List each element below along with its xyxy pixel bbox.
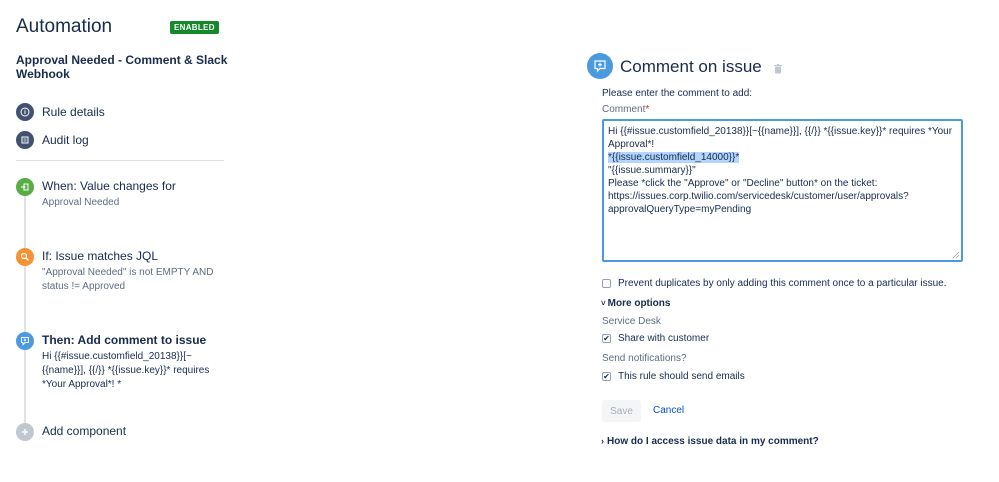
comment-icon [587, 53, 613, 79]
comment-label-text: Comment [602, 104, 646, 115]
more-options-toggle[interactable]: ˅ More options [601, 298, 670, 309]
divider [16, 160, 224, 161]
nav-item-audit-log[interactable]: Audit log [16, 131, 89, 149]
checkbox[interactable]: ✔ [602, 334, 611, 343]
step-description: Hi {{#issue.customfield_20138}}[~{{name}… [42, 351, 210, 390]
info-icon [16, 103, 34, 121]
page-title: Automation [16, 16, 113, 37]
comment-text-rest: "{{issue.summary}}" Please *click the "A… [608, 165, 909, 215]
save-button[interactable]: Save [602, 400, 641, 422]
service-desk-label: Service Desk [602, 316, 661, 327]
trash-icon[interactable] [774, 61, 782, 74]
nav-item-label: Rule details [42, 105, 105, 119]
comment-selected-text: *{{issue.customfield_14000}}* [608, 152, 740, 163]
step-description: "Approval Needed" is not EMPTY AND statu… [42, 267, 214, 292]
add-icon [16, 423, 34, 441]
checkbox[interactable]: ✔ [602, 372, 611, 381]
trigger-icon [16, 178, 34, 196]
search-icon [16, 248, 34, 266]
checkbox[interactable] [602, 279, 611, 288]
more-options-label: More options [607, 298, 671, 309]
comment-icon [16, 332, 34, 350]
chevron-right-icon: › [601, 436, 604, 446]
help-link-label: How do I access issue data in my comment… [607, 436, 819, 447]
chevron-down-icon: ˅ [601, 299, 606, 308]
send-emails-label: This rule should send emails [618, 371, 745, 382]
rule-name: Approval Needed - Comment & Slack Webhoo… [16, 53, 228, 81]
share-with-customer-checkbox[interactable]: ✔ Share with customer [602, 333, 709, 344]
list-icon [16, 131, 34, 149]
step-title: If: Issue matches JQL [42, 249, 159, 263]
timeline-line [24, 188, 26, 424]
comment-text: Hi {{#issue.customfield_20138}}[~{{name}… [608, 126, 953, 150]
send-emails-checkbox[interactable]: ✔ This rule should send emails [602, 371, 745, 382]
step-title: Then: Add comment to issue [42, 333, 207, 347]
prevent-duplicates-checkbox[interactable]: Prevent duplicates by only adding this c… [602, 278, 947, 289]
step-title: Add component [42, 424, 127, 438]
comment-textarea[interactable]: Hi {{#issue.customfield_20138}}[~{{name}… [602, 119, 963, 262]
cancel-button[interactable]: Cancel [653, 405, 684, 416]
help-expand-link[interactable]: › How do I access issue data in my commen… [601, 436, 819, 447]
required-marker: * [645, 104, 650, 115]
nav-item-label: Audit log [42, 133, 89, 147]
status-badge: ENABLED [170, 21, 219, 34]
comment-field-label: Comment* [602, 104, 649, 115]
step-description: Approval Needed [42, 197, 120, 208]
comment-prompt: Please enter the comment to add: [602, 88, 753, 99]
step-title: When: Value changes for [42, 179, 176, 193]
send-notifications-label: Send notifications? [602, 353, 687, 364]
action-title: Comment on issue [620, 57, 762, 76]
prevent-duplicates-label: Prevent duplicates by only adding this c… [618, 278, 947, 289]
share-with-customer-label: Share with customer [618, 333, 710, 344]
resize-grip-icon[interactable] [952, 251, 960, 259]
nav-item-rule-details[interactable]: Rule details [16, 103, 105, 121]
